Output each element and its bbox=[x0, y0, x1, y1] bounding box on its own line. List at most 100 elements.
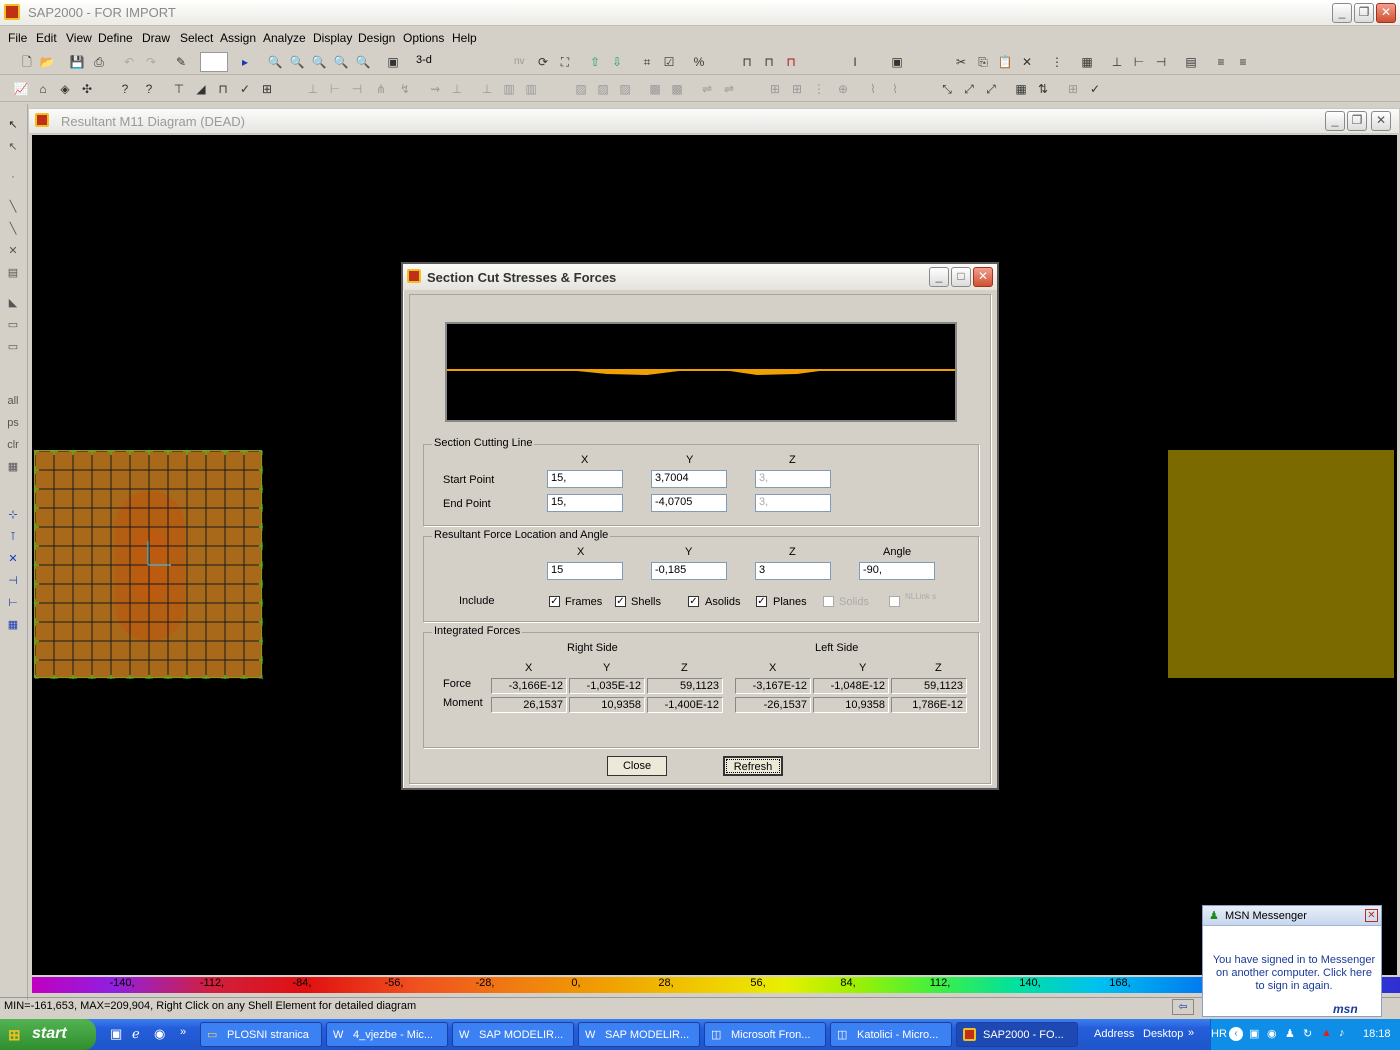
dialog-minimize-button[interactable]: _ bbox=[929, 267, 949, 287]
layer-icon[interactable]: ◈ bbox=[56, 80, 74, 98]
percent-icon[interactable]: % bbox=[690, 53, 708, 71]
frame-load4-icon[interactable]: ⋔ bbox=[372, 80, 390, 98]
link2-icon[interactable]: ⇌ bbox=[720, 80, 738, 98]
snap-points-icon[interactable]: ⊹ bbox=[4, 506, 22, 524]
menu-select[interactable]: Select bbox=[180, 31, 213, 45]
tray-sync-icon[interactable]: ↻ bbox=[1303, 1027, 1312, 1040]
msn-notification[interactable]: ♟ MSN Messenger ✕ You have signed in to … bbox=[1202, 905, 1382, 1017]
end-point-y-field[interactable]: -4,0705 bbox=[651, 494, 727, 512]
resultant-z-field[interactable]: 3 bbox=[755, 562, 831, 580]
section-icon[interactable]: I bbox=[846, 53, 864, 71]
loads-icon[interactable]: ≡ bbox=[1212, 53, 1230, 71]
menu-view[interactable]: View bbox=[66, 31, 92, 45]
start-button[interactable]: ⊞ start bbox=[0, 1019, 96, 1050]
move-up-icon[interactable]: ⇧ bbox=[586, 53, 604, 71]
assign-moment-icon[interactable]: ⊓ bbox=[214, 80, 232, 98]
new-file-icon[interactable]: 🗋 bbox=[18, 53, 36, 71]
start-point-x-field[interactable]: 15, bbox=[547, 470, 623, 488]
assign-frame-icon[interactable]: ⊤ bbox=[170, 80, 188, 98]
snap-grid-icon[interactable]: ▦ bbox=[4, 616, 22, 634]
tendon2-icon[interactable]: ⊞ bbox=[788, 80, 806, 98]
perspective-icon[interactable]: ⛶ bbox=[556, 53, 574, 71]
zoom-restore-icon[interactable]: 🔍 bbox=[288, 53, 306, 71]
braced-frame-icon[interactable]: ⊓ bbox=[760, 53, 778, 71]
draw-rect-area-icon[interactable]: ▭ bbox=[4, 316, 22, 334]
asolids-checkbox[interactable]: ✓ bbox=[688, 596, 699, 607]
load-cases-icon[interactable]: ≡ bbox=[1234, 53, 1252, 71]
joint-restraint-icon[interactable]: ⊥ bbox=[1108, 53, 1126, 71]
resultant-angle-field[interactable]: -90, bbox=[859, 562, 935, 580]
zoom-out-icon[interactable]: 🔍 bbox=[332, 53, 350, 71]
view-3d-label[interactable]: 3-d bbox=[416, 54, 432, 66]
msn-message-link[interactable]: You have signed in to Messenger on anoth… bbox=[1211, 954, 1377, 993]
sap2000-app-icon[interactable] bbox=[4, 4, 20, 20]
redo-icon[interactable]: ↷ bbox=[142, 53, 160, 71]
area-load3-icon[interactable]: ⊥ bbox=[478, 80, 496, 98]
paste-icon[interactable]: 📋 bbox=[996, 53, 1014, 71]
materials-icon[interactable]: ▤ bbox=[1182, 53, 1200, 71]
language-indicator[interactable]: HR bbox=[1211, 1028, 1227, 1040]
restore-button[interactable]: ❐ bbox=[1354, 3, 1374, 23]
save-icon[interactable]: 💾 bbox=[68, 53, 86, 71]
frame-load3-icon[interactable]: ⊣ bbox=[348, 80, 366, 98]
frames-checkbox[interactable]: ✓ bbox=[549, 596, 560, 607]
spring-icon[interactable]: ⌇ bbox=[864, 80, 882, 98]
target-icon[interactable]: ⊕ bbox=[834, 80, 852, 98]
graph-icon[interactable]: 📈 bbox=[12, 80, 30, 98]
task-katolici[interactable]: ◫ Katolici - Micro... bbox=[830, 1022, 952, 1047]
structure-icon[interactable]: ⌂ bbox=[34, 80, 52, 98]
arrow-left-icon[interactable]: ⇦ bbox=[1172, 999, 1194, 1015]
tray-messenger-icon[interactable]: ♟ bbox=[1285, 1027, 1295, 1040]
shell2-icon[interactable]: ▨ bbox=[594, 80, 612, 98]
check-icon[interactable]: ☑ bbox=[660, 53, 678, 71]
replicate-icon[interactable]: ⋮ bbox=[1048, 53, 1066, 71]
draw-joint-icon[interactable]: · bbox=[4, 168, 22, 186]
desktop-toolbar-label[interactable]: Desktop bbox=[1143, 1028, 1183, 1040]
snap-icon[interactable]: ⌗ bbox=[638, 53, 656, 71]
assign-load-icon[interactable]: ⊞ bbox=[258, 80, 276, 98]
clear-selection-icon[interactable]: clr bbox=[4, 436, 22, 454]
shells-checkbox[interactable]: ✓ bbox=[615, 596, 626, 607]
refresh-button[interactable]: Refresh bbox=[723, 756, 783, 776]
task-vjezbe[interactable]: W 4_vjezbe - Mic... bbox=[326, 1022, 448, 1047]
menu-edit[interactable]: Edit bbox=[36, 31, 57, 45]
xy-view-icon[interactable]: ▣ bbox=[384, 53, 402, 71]
menu-options[interactable]: Options bbox=[403, 31, 444, 45]
tendon3-icon[interactable]: ⋮ bbox=[810, 80, 828, 98]
area-load2-icon[interactable]: ⊥ bbox=[448, 80, 466, 98]
tray-network-icon[interactable]: ◉ bbox=[1267, 1027, 1277, 1040]
resultant-y-field[interactable]: -0,185 bbox=[651, 562, 727, 580]
diagram-close-button[interactable]: ✕ bbox=[1371, 111, 1391, 131]
assign-check-icon[interactable]: ✓ bbox=[236, 80, 254, 98]
msn-close-icon[interactable]: ✕ bbox=[1365, 909, 1378, 922]
draw-area-icon[interactable]: ◣ bbox=[4, 294, 22, 312]
copy-icon[interactable]: ⎘ bbox=[974, 53, 992, 71]
area-load5-icon[interactable]: ▥ bbox=[522, 80, 540, 98]
open-file-icon[interactable]: 📂 bbox=[38, 53, 56, 71]
design-icon[interactable]: ⊞ bbox=[1064, 80, 1082, 98]
tray-collapse-icon[interactable]: ‹ bbox=[1229, 1027, 1243, 1041]
task-sap-modelir-1[interactable]: W SAP MODELIR... bbox=[452, 1022, 574, 1047]
frame-icon[interactable]: ⊓ bbox=[738, 53, 756, 71]
menu-design[interactable]: Design bbox=[358, 31, 395, 45]
tools-icon[interactable]: ✣ bbox=[78, 80, 96, 98]
clock[interactable]: 18:18 bbox=[1363, 1028, 1391, 1040]
assign-area-icon[interactable]: ◢ bbox=[192, 80, 210, 98]
diagram-window-icon[interactable] bbox=[35, 113, 49, 127]
toolbar-expand-icon[interactable]: » bbox=[1188, 1027, 1194, 1039]
lock-toggle[interactable] bbox=[200, 52, 228, 72]
task-sap-modelir-2[interactable]: W SAP MODELIR... bbox=[578, 1022, 700, 1047]
cut-icon[interactable]: ✂ bbox=[952, 53, 970, 71]
dialog-close-x-button[interactable]: ✕ bbox=[973, 267, 993, 287]
design-check-icon[interactable]: ✓ bbox=[1086, 80, 1104, 98]
area-load4-icon[interactable]: ▥ bbox=[500, 80, 518, 98]
frame-load5-icon[interactable]: ↯ bbox=[396, 80, 414, 98]
moment-frame-icon[interactable]: ⊓ bbox=[782, 53, 800, 71]
pointer-icon[interactable]: ↖ bbox=[4, 116, 22, 134]
close-dialog-button[interactable]: Close bbox=[607, 756, 667, 776]
tendon-icon[interactable]: ⊞ bbox=[766, 80, 784, 98]
spring2-icon[interactable]: ⌇ bbox=[886, 80, 904, 98]
grid-icon[interactable]: ▦ bbox=[1078, 53, 1096, 71]
joint-link-icon[interactable]: ⊣ bbox=[1152, 53, 1170, 71]
quicklaunch-desktop-icon[interactable]: ▣ bbox=[110, 1026, 122, 1042]
